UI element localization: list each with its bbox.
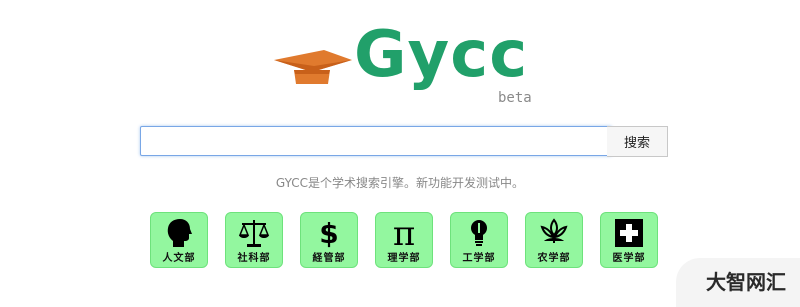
dept-agriculture[interactable]: 农学部 <box>525 212 583 268</box>
tagline: GYCC是个学术搜索引擎。新功能开发测试中。 <box>275 176 525 190</box>
logo-text: Gycc <box>354 18 529 92</box>
lightbulb-icon <box>471 220 487 246</box>
search-button[interactable]: 搜索 <box>607 126 668 157</box>
dept-label: 社科部 <box>237 253 271 264</box>
logo-beta-label: beta <box>498 90 532 106</box>
balance-scale-icon <box>238 220 270 247</box>
dept-label: 工学部 <box>462 253 496 264</box>
dollar-sign-icon: $ <box>319 217 338 249</box>
watermark-text: 大智网汇 <box>706 270 786 294</box>
dept-label: 人文部 <box>162 253 196 264</box>
svg-text:$: $ <box>319 217 338 249</box>
graduation-cap-icon <box>274 50 352 84</box>
dept-economics-management[interactable]: $ 経管部 <box>300 212 358 268</box>
dept-label: 医学部 <box>612 253 646 264</box>
dept-science[interactable]: π 理学部 <box>375 212 433 268</box>
medical-cross-icon <box>615 219 643 247</box>
dept-label: 理学部 <box>387 253 421 264</box>
pi-icon: π <box>393 217 415 249</box>
dept-engineering[interactable]: 工学部 <box>450 212 508 268</box>
search-input[interactable] <box>140 126 612 156</box>
dept-humanities[interactable]: 人文部 <box>150 212 208 268</box>
dept-medicine[interactable]: 医学部 <box>600 212 658 268</box>
watermark: 大智网汇 <box>676 258 800 307</box>
plant-icon <box>540 218 568 243</box>
dept-label: 経管部 <box>312 253 346 264</box>
human-head-icon <box>167 219 192 247</box>
site-logo[interactable]: Gycc beta <box>270 18 540 108</box>
dept-social-sciences[interactable]: 社科部 <box>225 212 283 268</box>
svg-text:π: π <box>393 217 415 249</box>
dept-label: 农学部 <box>537 253 571 264</box>
